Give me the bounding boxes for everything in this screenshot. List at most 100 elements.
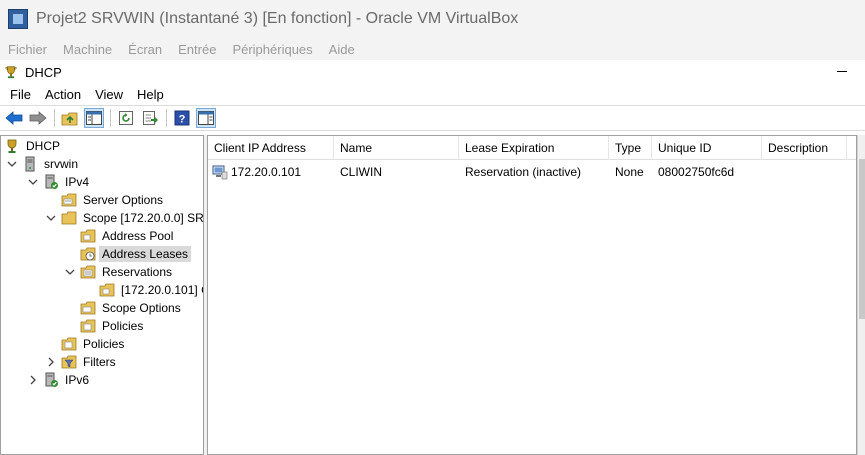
help-icon: ?: [174, 110, 190, 126]
tree-label-address-pool: Address Pool: [102, 229, 174, 243]
tree-item-reservations[interactable]: Reservations: [64, 263, 175, 281]
policies-folder-icon: [80, 319, 96, 333]
help-button[interactable]: ?: [172, 108, 192, 128]
result-list[interactable]: Client IP Address Name Lease Expiration …: [207, 135, 857, 455]
tree-item-ipv6[interactable]: IPv6: [27, 371, 92, 389]
forward-arrow-icon: [29, 111, 47, 125]
show-hide-tree-button[interactable]: [84, 108, 104, 128]
dhcp-trophy-icon: [7, 139, 17, 153]
console-tree[interactable]: DHCP srvwin IPv4 Server Options Scope [1…: [0, 135, 204, 455]
address-leases-folder-icon: [80, 247, 96, 261]
scrollbar-thumb[interactable]: [859, 159, 865, 319]
tree-label-dhcp: DHCP: [26, 139, 61, 153]
expand-chevron-icon[interactable]: [27, 374, 39, 386]
minimize-button[interactable]: [837, 71, 847, 72]
server-icon: [25, 156, 35, 172]
expand-chevron-icon[interactable]: [45, 356, 57, 368]
tree-item-reservation-172-20-0-101[interactable]: [172.20.0.101] C: [99, 281, 204, 299]
column-header-client-ip[interactable]: Client IP Address: [208, 136, 334, 160]
filters-funnel-icon: [61, 355, 77, 369]
column-header-description[interactable]: Description: [762, 136, 847, 160]
cell-name: CLIWIN: [340, 165, 382, 179]
tree-label-server-options: Server Options: [83, 193, 164, 207]
vbox-menu-entree[interactable]: Entrée: [178, 42, 216, 57]
collapse-chevron-icon[interactable]: [45, 212, 57, 224]
menu-view[interactable]: View: [95, 87, 123, 102]
menu-help[interactable]: Help: [137, 87, 164, 102]
show-hide-action-pane-button[interactable]: [196, 108, 216, 128]
menu-action[interactable]: Action: [45, 87, 81, 102]
lease-computer-icon: [212, 165, 228, 180]
export-list-button[interactable]: [140, 108, 160, 128]
vbox-window-title: Projet2 SRVWIN (Instantané 3) [En foncti…: [36, 10, 519, 27]
forward-button[interactable]: [28, 108, 48, 128]
reservations-folder-icon: [80, 265, 96, 279]
vbox-menu-aide[interactable]: Aide: [329, 42, 355, 57]
collapse-chevron-icon[interactable]: [27, 176, 39, 188]
toolbar-separator: [54, 109, 55, 127]
tree-label-ipv6: IPv6: [65, 373, 90, 387]
tree-item-address-leases[interactable]: Address Leases: [80, 245, 192, 263]
tree-label-reservation-item: [172.20.0.101] C: [121, 283, 204, 297]
vbox-menu-ecran[interactable]: Écran: [128, 42, 162, 57]
vertical-scrollbar[interactable]: [857, 135, 865, 455]
list-header: Client IP Address Name Lease Expiration …: [208, 136, 856, 160]
tree-label-reservations: Reservations: [102, 265, 173, 279]
tree-item-srvwin[interactable]: srvwin: [6, 155, 81, 173]
refresh-button[interactable]: [116, 108, 136, 128]
ipv6-server-icon: [45, 372, 58, 387]
cell-unique-id: 08002750fc6d: [658, 165, 735, 179]
cell-lease-expiration: Reservation (inactive): [465, 165, 582, 179]
refresh-icon: [119, 111, 133, 125]
vbox-titlebar: Projet2 SRVWIN (Instantané 3) [En foncti…: [0, 0, 865, 38]
vbox-menu-fichier[interactable]: Fichier: [8, 42, 47, 57]
mmc-toolbar: ?: [0, 105, 865, 131]
mmc-menubar: File Action View Help: [0, 84, 865, 104]
mmc-window-title: DHCP: [25, 64, 62, 80]
up-level-button[interactable]: [60, 108, 80, 128]
tree-item-scope[interactable]: Scope [172.20.0.0] SRV: [45, 209, 204, 227]
tree-label-policies: Policies: [83, 337, 125, 351]
export-list-icon: [143, 111, 158, 125]
dhcp-trophy-icon: [5, 66, 17, 79]
collapse-chevron-icon[interactable]: [64, 266, 76, 278]
back-button[interactable]: [4, 108, 24, 128]
tree-item-filters[interactable]: Filters: [45, 353, 119, 371]
collapse-chevron-icon[interactable]: [6, 158, 18, 170]
tree-item-server-options[interactable]: Server Options: [61, 191, 166, 209]
scope-folder-icon: [61, 211, 77, 225]
show-hide-tree-icon: [86, 111, 102, 125]
table-row[interactable]: 172.20.0.101 CLIWIN Reservation (inactiv…: [208, 162, 856, 182]
cell-client-ip-text: 172.20.0.101: [231, 165, 302, 179]
vbox-menu-machine[interactable]: Machine: [63, 42, 112, 57]
column-header-name[interactable]: Name: [334, 136, 459, 160]
reservation-folder-icon: [99, 283, 115, 297]
scope-options-folder-icon: [80, 301, 96, 315]
up-folder-icon: [61, 112, 78, 126]
server-options-folder-icon: [61, 193, 77, 207]
column-header-unique-id[interactable]: Unique ID: [652, 136, 762, 160]
tree-item-ipv4[interactable]: IPv4: [27, 173, 92, 191]
tree-item-policies[interactable]: Policies: [61, 335, 127, 353]
mmc-titlebar: DHCP: [0, 60, 865, 84]
tree-item-scope-policies[interactable]: Policies: [80, 317, 146, 335]
tree-label-filters: Filters: [83, 355, 116, 369]
show-hide-action-pane-icon: [198, 111, 214, 125]
tree-item-address-pool[interactable]: Address Pool: [80, 227, 176, 245]
toolbar-separator: [110, 109, 111, 127]
tree-item-scope-options[interactable]: Scope Options: [80, 299, 184, 317]
back-arrow-icon: [5, 111, 23, 125]
ipv4-server-icon: [45, 174, 58, 189]
tree-item-dhcp[interactable]: DHCP: [4, 137, 63, 155]
column-header-lease-expiration[interactable]: Lease Expiration: [459, 136, 609, 160]
address-pool-folder-icon: [80, 229, 96, 243]
svg-text:?: ?: [179, 114, 186, 126]
tree-label-scope: Scope [172.20.0.0] SRV: [83, 211, 204, 225]
cell-type: None: [615, 165, 644, 179]
tree-label-ipv4: IPv4: [65, 175, 90, 189]
policies-folder-icon: [61, 337, 77, 351]
toolbar-separator: [166, 109, 167, 127]
menu-file[interactable]: File: [10, 87, 31, 102]
column-header-type[interactable]: Type: [609, 136, 652, 160]
vbox-menu-peripheriques[interactable]: Périphériques: [232, 42, 312, 57]
